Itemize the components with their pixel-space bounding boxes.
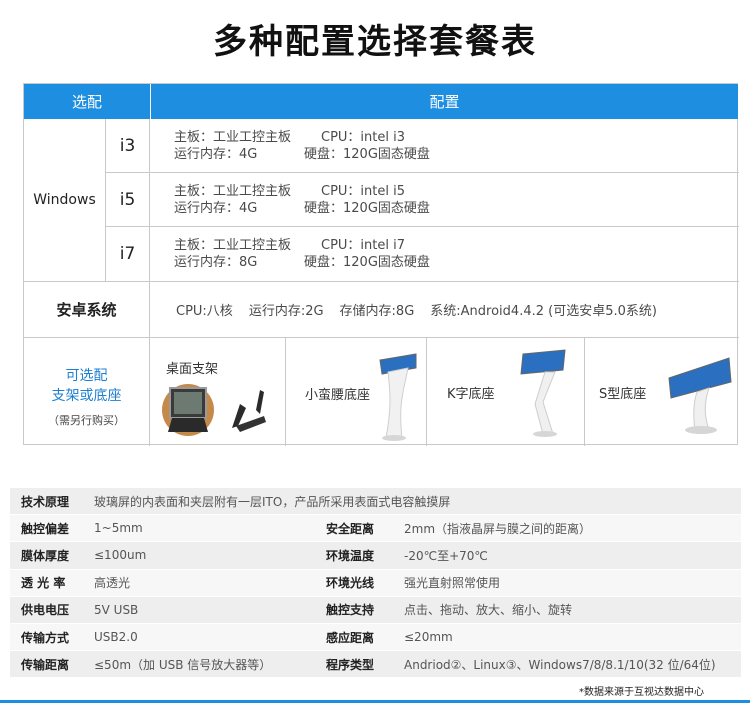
- s-stand-image: [668, 357, 732, 434]
- spec-ram: 运行内存：8G: [174, 255, 258, 270]
- spec-row: 传输方式 USB2.0 感应距离 ≤20mm: [10, 623, 741, 652]
- spec-key: 透 光 率: [21, 576, 66, 591]
- spec-key: 膜体厚度: [21, 548, 70, 563]
- spec-row: 触控偏差 1~5mm 安全距离 2mm（指液晶屏与膜之间的距离）: [10, 515, 741, 543]
- android-storage: 存储内存:8G: [339, 304, 415, 319]
- spec-i3: 主板：工业工控主板 CPU：intel i3 运行内存：4G 硬盘：120G固态硬盘: [150, 119, 739, 173]
- cpu-i3: i3: [106, 119, 150, 173]
- option-s-stand-label: S型底座: [599, 387, 647, 402]
- spec-board: 主板：工业工控主板: [174, 238, 292, 253]
- option-s-stand: S型底座: [585, 338, 739, 446]
- cpu-i7: i7: [106, 227, 150, 282]
- spec-board: 主板：工业工控主板: [174, 184, 292, 199]
- spec-key: 供电电压: [21, 603, 70, 618]
- options-label: 可选配 支架或底座 （需另行购买）: [24, 338, 150, 446]
- option-desk-bracket-label: 桌面支架: [166, 362, 219, 377]
- android-system: 系统:Android4.4.2 (可选安卓5.0系统): [430, 304, 657, 319]
- spec-key: 环境温度: [326, 548, 375, 563]
- spec-value: 玻璃屏的内表面和夹层附有一层ITO，产品所采用表面式电容触摸屏: [94, 494, 451, 509]
- spec-ram: 运行内存：4G: [174, 147, 258, 162]
- spec-value: ≤20mm: [404, 630, 453, 645]
- config-table: 选配 配置 Windows i3 主板：工业工控主板 CPU：intel i3 运…: [23, 83, 739, 446]
- android-spec: CPU:八核 运行内存:2G 存储内存:8G 系统:Android4.4.2 (…: [150, 282, 739, 338]
- spec-i7: 主板：工业工控主板 CPU：intel i7 运行内存：8G 硬盘：120G固态硬盘: [150, 227, 739, 282]
- spec-key: 触控偏差: [21, 521, 70, 536]
- spec-key: 传输方式: [21, 630, 70, 645]
- option-k-stand-label: K字底座: [447, 387, 495, 402]
- spec-value: 高透光: [94, 576, 131, 591]
- spec-disk: 硬盘：120G固态硬盘: [304, 147, 430, 162]
- spec-row: 传输距离 ≤50m（加 USB 信号放大器等） 程序类型 Andriod②、Li…: [10, 651, 741, 679]
- android-ram: 运行内存:2G: [248, 304, 324, 319]
- small-waist-stand-image: [379, 353, 417, 441]
- k-stand-image: [520, 349, 566, 437]
- spec-value: 1~5mm: [94, 521, 143, 536]
- desk-bracket-image: [162, 384, 266, 436]
- spec-value: 点击、拖动、放大、缩小、旋转: [404, 603, 573, 618]
- spec-key: 传输距离: [21, 657, 70, 672]
- spec-ram: 运行内存：4G: [174, 201, 258, 216]
- spec-value: 2mm（指液晶屏与膜之间的距离）: [404, 521, 592, 536]
- header-option: 选配: [24, 84, 150, 119]
- spec-cpu: CPU：intel i5: [321, 184, 406, 199]
- spec-i5: 主板：工业工控主板 CPU：intel i5 运行内存：4G 硬盘：120G固态硬盘: [150, 173, 739, 227]
- spec-key: 程序类型: [326, 657, 375, 672]
- spec-table: 技术原理 玻璃屏的内表面和夹层附有一层ITO，产品所采用表面式电容触摸屏 触控偏…: [10, 488, 741, 679]
- spec-key: 环境光线: [326, 576, 375, 591]
- spec-key: 技术原理: [21, 494, 70, 509]
- spec-value: Andriod②、Linux③、Windows7/8/8.1/10(32 位/6…: [404, 657, 716, 672]
- spec-disk: 硬盘：120G固态硬盘: [304, 255, 430, 270]
- spec-value: 5V USB: [94, 602, 139, 617]
- option-desk-bracket: 桌面支架: [150, 338, 286, 446]
- options-line2: 支架或底座: [51, 388, 122, 404]
- os-windows: Windows: [24, 119, 106, 282]
- spec-value: -20℃至+70℃: [404, 548, 488, 563]
- spec-value: 强光直射照常使用: [404, 576, 501, 591]
- spec-key: 感应距离: [326, 630, 375, 645]
- spec-disk: 硬盘：120G固态硬盘: [304, 201, 430, 216]
- option-k-stand: K字底座: [427, 338, 585, 446]
- options-note: （需另行购买）: [48, 414, 125, 427]
- spec-key: 触控支持: [326, 603, 375, 618]
- spec-row: 供电电压 5V USB 触控支持 点击、拖动、放大、缩小、旋转: [10, 596, 741, 624]
- page-title: 多种配置选择套餐表: [213, 22, 537, 62]
- spec-row-full: 技术原理 玻璃屏的内表面和夹层附有一层ITO，产品所采用表面式电容触摸屏: [10, 488, 741, 516]
- spec-row: 膜体厚度 ≤100um 环境温度 -20℃至+70℃: [10, 542, 741, 570]
- spec-cpu: CPU：intel i7: [321, 238, 406, 253]
- spec-value: ≤50m（加 USB 信号放大器等）: [94, 657, 272, 672]
- spec-value: USB2.0: [94, 630, 138, 645]
- footnote: *数据来源于互视达数据中心: [579, 687, 704, 698]
- option-small-waist: 小蛮腰底座: [286, 338, 427, 446]
- spec-key: 安全距离: [326, 521, 375, 536]
- spec-value: ≤100um: [94, 548, 147, 563]
- cpu-i5: i5: [106, 173, 150, 227]
- spec-board: 主板：工业工控主板: [174, 130, 292, 145]
- spec-cpu: CPU：intel i3: [321, 130, 406, 145]
- header-config: 配置: [151, 84, 738, 119]
- spec-row: 透 光 率 高透光 环境光线 强光直射照常使用: [10, 569, 741, 597]
- android-cpu: CPU:八核: [176, 304, 233, 319]
- option-small-waist-label: 小蛮腰底座: [305, 388, 371, 403]
- android-label: 安卓系统: [24, 282, 150, 338]
- options-line1: 可选配: [65, 368, 108, 384]
